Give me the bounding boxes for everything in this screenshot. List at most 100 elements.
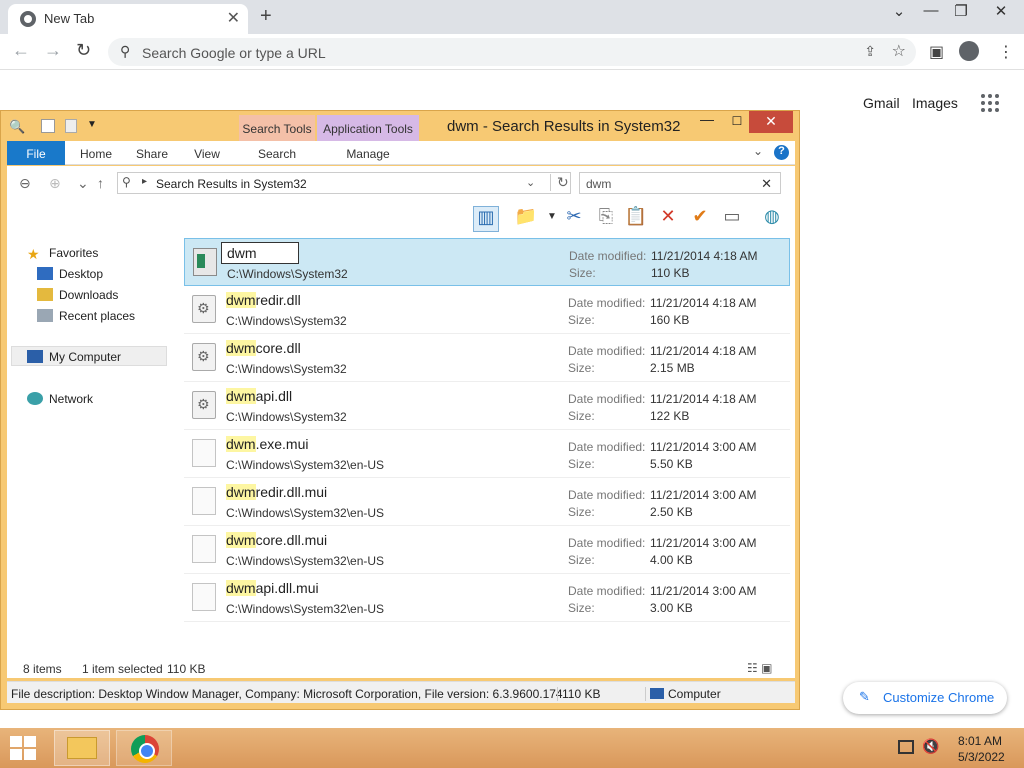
rename-check-icon[interactable]: ✔ [687,206,713,232]
omnibox-placeholder: Search Google or type a URL [142,45,326,61]
properties-card-icon[interactable]: ▭ [719,206,745,232]
forward-arrow-icon[interactable]: ⊕ [49,175,61,192]
windows-start-icon[interactable] [10,736,38,760]
tab-manage[interactable]: Manage [317,141,419,165]
file-path: C:\Windows\System32\en-US [226,458,385,472]
taskbar-chrome[interactable] [116,730,172,766]
bookmark-star-icon[interactable]: ☆ [892,41,906,61]
tab-search-chevron-icon[interactable]: ⌄ [882,2,916,20]
google-apps-icon[interactable] [981,94,999,112]
downloads-icon [37,288,53,301]
images-link[interactable]: Images [912,95,958,111]
size-value: 110 KB [651,266,690,280]
menu-kebab-icon[interactable]: ⋮ [998,42,1014,62]
reload-button[interactable]: ↻ [76,40,91,61]
file-name: dwmapi.dll [226,388,292,404]
details-size: 110 KB [557,687,600,701]
qat-dropdown-icon[interactable]: ▼ [87,119,97,130]
help-icon[interactable]: ? [774,145,789,160]
address-path[interactable]: Search Results in System32 [156,177,307,191]
copy-icon[interactable]: ⎘ [593,206,619,232]
size-label: Size: [568,457,595,471]
date-modified-label: Date modified: [569,249,647,263]
tab-view[interactable]: View [185,141,229,165]
address-box[interactable]: ⚲ ▸ Search Results in System32 ⌄ ↻ [117,172,571,194]
recent-places-icon [37,309,53,322]
network-tray-icon[interactable] [898,740,914,754]
date-modified-label: Date modified: [568,536,646,550]
refresh-icon[interactable]: ↻ [550,174,569,191]
back-arrow-icon[interactable]: ⊖ [19,175,31,192]
clear-search-icon[interactable]: ✕ [761,176,772,192]
cut-icon[interactable]: ✂ [561,206,587,232]
back-button[interactable]: ← [12,40,30,61]
profile-avatar-icon[interactable] [959,41,979,61]
file-row[interactable]: dwmapi.dll.mui C:\Windows\System32\en-US D… [184,574,790,622]
forward-button[interactable]: → [44,40,62,61]
clock-date[interactable]: 5/3/2022 [958,750,1005,764]
file-name-rest: redir.dll.mui [255,484,328,500]
nav-my-computer[interactable]: My Computer [27,350,121,364]
clock-time[interactable]: 8:01 AM [958,734,1002,748]
search-match-highlight: dwm [226,436,256,452]
paste-icon[interactable]: 📋 [623,206,649,232]
share-icon[interactable]: ⇪ [864,43,876,60]
date-modified-label: Date modified: [568,392,646,406]
properties-icon[interactable]: 🔍 [9,119,25,135]
size-label: Size: [568,505,595,519]
browser-toolbar: ← → ↻ ⚲ Search Google or type a URL ⇪ ☆ … [0,34,1024,70]
file-row[interactable]: dwmcore.dll C:\Windows\System32 Date modif… [184,334,790,382]
contextual-tab-search-tools[interactable]: Search Tools [239,115,315,141]
qat-document-icon[interactable] [65,119,77,133]
file-row[interactable]: dwmapi.dll C:\Windows\System32 Date modifi… [184,382,790,430]
chrome-favicon-icon [20,11,36,27]
contextual-tab-application-tools[interactable]: Application Tools [317,115,419,141]
tab-file[interactable]: File [7,141,65,165]
file-name-rest: core.dll [255,340,301,356]
nav-recent-places[interactable]: Recent places [37,309,135,323]
nav-network[interactable]: Network [27,392,93,406]
nav-desktop[interactable]: Desktop [37,267,103,281]
new-tab-button[interactable]: + [260,5,272,28]
new-folder-icon[interactable] [41,119,55,133]
file-row[interactable]: dwmredir.dll C:\Windows\System32 Date modi… [184,286,790,334]
file-row[interactable]: dwm.exe.mui C:\Windows\System32\en-US Date… [184,430,790,478]
rename-input[interactable]: dwm [221,242,299,264]
preview-pane-icon[interactable]: ▥ [473,206,499,232]
volume-muted-icon[interactable]: 🔇 [922,738,939,755]
globe-icon[interactable]: ◍ [759,206,785,232]
up-arrow-icon[interactable]: ↑ [97,175,104,191]
delete-icon[interactable]: ✕ [655,206,681,232]
omnibox[interactable]: ⚲ Search Google or type a URL ⇪ ☆ [108,38,916,66]
tab-home[interactable]: Home [73,141,119,165]
gmail-link[interactable]: Gmail [863,95,900,111]
browser-close-button[interactable]: ✕ [984,2,1018,20]
nav-favorites[interactable]: ★ Favorites [27,246,98,263]
explorer-titlebar[interactable]: 🔍 ▼ Search Tools Application Tools dwm -… [1,111,799,141]
tab-search[interactable]: Search [239,141,315,165]
browser-minimize-button[interactable]: — [914,2,948,19]
details-view-icon[interactable]: ☷ ▣ [747,661,772,675]
dll-gear-icon [192,295,216,323]
search-input[interactable]: dwm ✕ [579,172,781,194]
expand-ribbon-icon[interactable]: ⌄ [753,144,763,158]
minimize-button[interactable]: — [691,111,723,133]
file-row[interactable]: dwmcore.dll.mui C:\Windows\System32\en-US… [184,526,790,574]
taskbar-file-explorer[interactable] [54,730,110,766]
tab-close-icon[interactable]: ✕ [227,8,240,28]
side-panel-icon[interactable]: ▣ [929,42,944,62]
recent-locations-icon[interactable]: ⌄ [77,175,89,192]
tab-share[interactable]: Share [129,141,175,165]
file-row[interactable]: dwm C:\Windows\System32 Date modified: 11/2… [184,238,790,286]
search-results-icon: ⚲ [122,175,131,189]
file-row[interactable]: dwmredir.dll.mui C:\Windows\System32\en-U… [184,478,790,526]
folder-options-icon[interactable]: 📁 [513,206,539,232]
browser-tab[interactable]: New Tab ✕ [8,4,248,34]
close-button[interactable]: ✕ [749,111,793,133]
browser-restore-button[interactable]: ❐ [944,2,978,20]
customize-chrome-button[interactable]: ✎ Customize Chrome [843,682,1007,714]
address-dropdown-icon[interactable]: ⌄ [526,176,535,189]
nav-downloads[interactable]: Downloads [37,288,118,302]
maximize-button[interactable]: ☐ [723,111,751,133]
breadcrumb-separator-icon[interactable]: ▸ [142,176,147,187]
